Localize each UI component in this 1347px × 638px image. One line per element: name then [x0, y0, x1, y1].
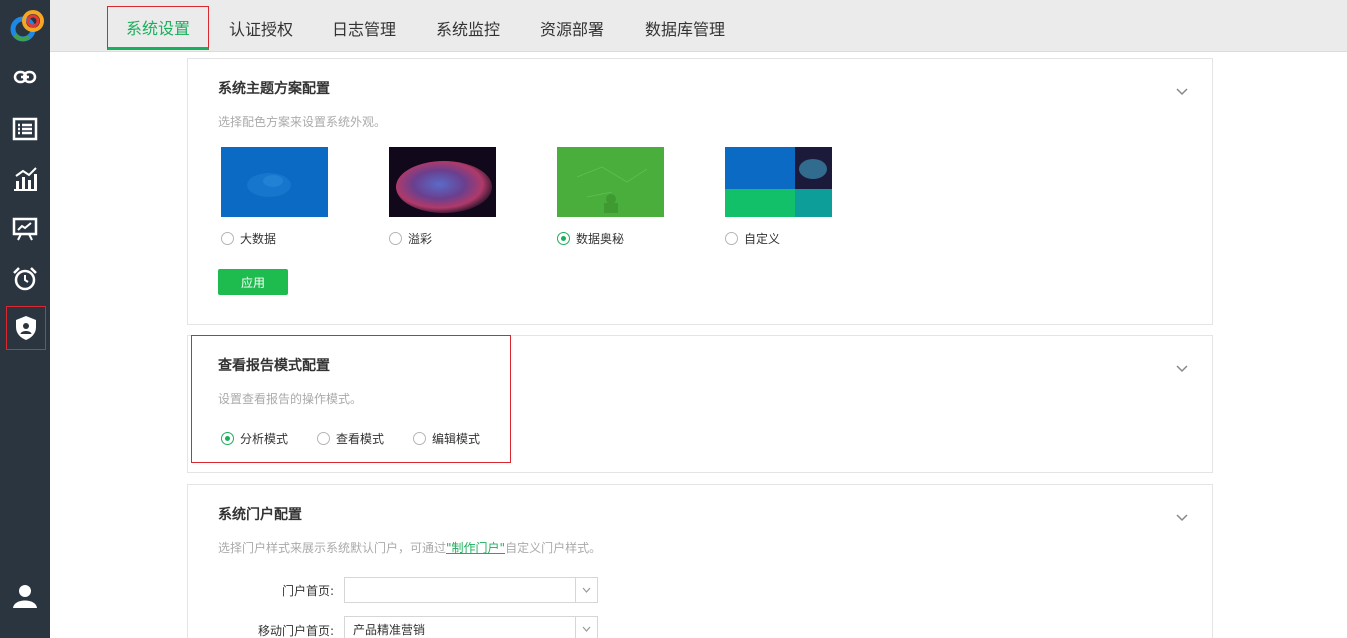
portal-config-panel: 系统门户配置 选择门户样式来展示系统默认门户，可通过"制作门户"自定义门户样式。… [187, 484, 1213, 638]
bar-chart-icon [14, 167, 37, 191]
apply-button[interactable]: 应用 [218, 269, 288, 295]
radio-button[interactable] [221, 232, 234, 245]
theme-thumbnail-datamystery[interactable] [557, 147, 664, 217]
sidebar-item-presentation[interactable] [0, 207, 50, 251]
app-logo[interactable] [5, 5, 47, 47]
option-label: 数据奥秘 [576, 232, 625, 246]
chevron-down-icon[interactable] [575, 617, 597, 638]
select-value: 产品精准营销 [353, 622, 426, 637]
tab-database[interactable]: 数据库管理 [635, 6, 735, 50]
top-nav: 系统设置 认证授权 日志管理 系统监控 资源部署 数据库管理 [50, 0, 1347, 52]
chevron-down-icon[interactable] [1176, 81, 1188, 96]
tab-monitor[interactable]: 系统监控 [427, 6, 509, 50]
chevron-down-icon[interactable] [1176, 507, 1188, 522]
sidebar-item-chart[interactable] [0, 157, 50, 201]
list-icon [12, 117, 38, 141]
theme-option-custom[interactable]: 自定义 [725, 230, 780, 247]
radio-button[interactable] [389, 232, 402, 245]
panel-title: 系统主题方案配置 [218, 81, 330, 97]
shield-user-icon [16, 316, 36, 340]
theme-thumbnail-colorful[interactable] [389, 147, 496, 217]
theme-option-colorful[interactable]: 溢彩 [389, 230, 432, 247]
user-icon [13, 585, 37, 608]
theme-thumbnail-bigdata[interactable] [221, 147, 328, 217]
presentation-icon [12, 217, 38, 241]
option-label: 大数据 [240, 232, 277, 246]
chevron-down-icon[interactable] [1176, 358, 1188, 373]
option-label: 自定义 [744, 232, 781, 246]
theme-config-panel: 系统主题方案配置 选择配色方案来设置系统外观。 大数据 溢彩 数据奥秘 自定义 … [187, 58, 1213, 325]
tab-logs[interactable]: 日志管理 [323, 6, 405, 50]
option-label: 溢彩 [408, 232, 433, 246]
radio-button[interactable] [725, 232, 738, 245]
sidebar [0, 0, 50, 638]
theme-thumbnail-custom[interactable] [725, 147, 832, 217]
description-text: 自定义门户样式。 [505, 541, 602, 555]
mobile-portal-home-label: 移动门户首页: [257, 624, 334, 638]
alarm-clock-icon [13, 267, 37, 291]
highlight-box [191, 335, 511, 463]
sidebar-item-alarm[interactable] [0, 257, 50, 301]
chevron-down-icon[interactable] [575, 578, 597, 602]
radio-button-checked[interactable] [557, 232, 570, 245]
sidebar-item-link[interactable] [0, 55, 50, 99]
tab-system-settings[interactable]: 系统设置 [107, 6, 209, 50]
theme-option-datamystery[interactable]: 数据奥秘 [557, 230, 624, 247]
portal-home-select[interactable] [344, 577, 598, 603]
description-text: 选择门户样式来展示系统默认门户，可通过 [218, 541, 447, 555]
panel-description: 选择配色方案来设置系统外观。 [218, 115, 387, 129]
tab-resources[interactable]: 资源部署 [531, 6, 613, 50]
tab-auth[interactable]: 认证授权 [220, 6, 302, 50]
panel-description: 选择门户样式来展示系统默认门户，可通过"制作门户"自定义门户样式。 [218, 539, 601, 556]
sidebar-item-user[interactable] [0, 574, 50, 618]
panel-title: 系统门户配置 [218, 507, 302, 523]
make-portal-link[interactable]: "制作门户" [446, 541, 505, 555]
link-icon [13, 70, 37, 84]
portal-home-label: 门户首页: [281, 584, 334, 598]
sidebar-item-list[interactable] [0, 107, 50, 151]
sidebar-item-security[interactable] [6, 306, 46, 350]
theme-option-bigdata[interactable]: 大数据 [221, 230, 276, 247]
mobile-portal-home-select[interactable]: 产品精准营销 [344, 616, 598, 638]
